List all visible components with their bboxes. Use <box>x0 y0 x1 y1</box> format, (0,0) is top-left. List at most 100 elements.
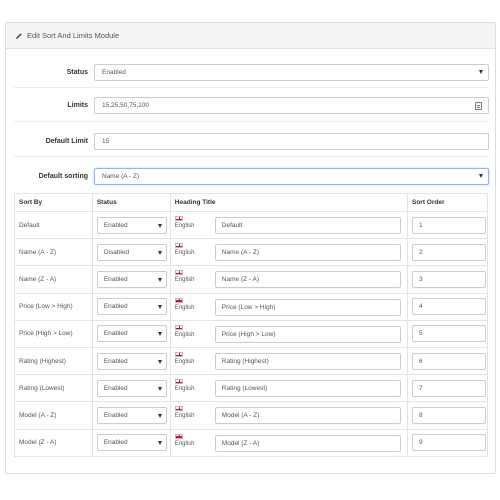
limits-input[interactable]: 15,25,50,75,100 <box>94 97 489 114</box>
sort-by-label: Rating (Highest) <box>19 357 66 365</box>
status-cell: Enabled <box>91 401 171 430</box>
status-cell: Enabled <box>91 428 171 457</box>
status-cell: Enabled <box>91 319 171 348</box>
limits-row: Limits 15,25,50,75,100 <box>6 97 495 114</box>
table-row: Model (Z - A) Enabled English Model (Z -… <box>14 428 489 457</box>
sort-by-label: Model (Z - A) <box>19 439 57 447</box>
row-status-select[interactable]: Enabled <box>96 270 167 288</box>
language-indicator: English <box>174 297 215 311</box>
row-status-select[interactable]: Enabled <box>96 325 167 343</box>
heading-title-cell: English Rating (Highest) <box>169 346 408 376</box>
table-row: Price (Low > High) Enabled English Price… <box>14 292 489 321</box>
row-status-select[interactable]: Disabled <box>96 243 167 261</box>
status-cell: Enabled <box>91 265 171 294</box>
status-cell: Enabled <box>91 292 171 321</box>
sort-by-label: Price (High > Low) <box>19 330 73 338</box>
heading-title-input[interactable]: Model (A - Z) <box>214 407 401 425</box>
caret-down-icon <box>157 359 162 364</box>
sort-order-input[interactable]: 4 <box>411 298 486 316</box>
sort-by-cell: Model (A - Z) <box>14 401 93 430</box>
language-label: English <box>174 413 195 420</box>
row-status-select[interactable]: Enabled <box>96 406 167 424</box>
heading-title-input[interactable]: Name (A - Z) <box>214 244 401 262</box>
row-status-select[interactable]: Enabled <box>96 434 167 452</box>
heading-title-cell: English Price (Low > High) <box>169 292 408 321</box>
caret-down-icon <box>157 223 162 228</box>
caret-down-icon <box>479 70 483 74</box>
uk-flag-icon <box>174 351 183 357</box>
sort-order-input[interactable]: 9 <box>411 434 486 452</box>
table-row: Rating (Lowest) Enabled English Rating (… <box>14 374 489 403</box>
uk-flag-icon <box>174 406 183 412</box>
heading-title-cell: English Default <box>169 210 408 240</box>
caret-down-icon <box>479 174 483 178</box>
language-indicator: English <box>174 433 215 447</box>
language-indicator: English <box>174 406 215 420</box>
heading-title-value: Price (Low > High) <box>221 303 276 311</box>
sort-order-value: 4 <box>418 303 423 311</box>
sort-order-cell: 3 <box>406 265 489 294</box>
sort-by-label: Rating (Lowest) <box>19 384 65 392</box>
default-sorting-select[interactable]: Name (A - Z) <box>94 168 489 185</box>
caret-down-icon <box>157 277 162 282</box>
status-cell: Enabled <box>91 346 171 376</box>
divider <box>14 121 488 122</box>
row-status-value: Disabled <box>103 248 130 256</box>
heading-title-cell: English Name (A - Z) <box>169 238 408 267</box>
heading-title-value: Rating (Lowest) <box>221 385 268 393</box>
table-row: Rating (Highest) Enabled English Rating … <box>14 346 489 376</box>
sort-order-cell: 5 <box>406 319 489 348</box>
row-status-value: Enabled <box>103 275 128 283</box>
table-row: Price (High > Low) Enabled English Price… <box>14 319 489 348</box>
row-status-value: Enabled <box>103 221 128 229</box>
language-label: English <box>174 331 195 338</box>
language-indicator: English <box>174 324 215 338</box>
heading-title-input[interactable]: Rating (Highest) <box>214 352 401 370</box>
sort-by-cell: Name (A - Z) <box>14 238 93 267</box>
row-status-select[interactable]: Enabled <box>96 298 167 316</box>
row-status-select[interactable]: Enabled <box>96 352 167 370</box>
sort-options-table: Sort By Status Heading Title Sort Order … <box>14 193 489 457</box>
heading-title-cell: English Rating (Lowest) <box>169 374 408 403</box>
sort-order-input[interactable]: 5 <box>411 325 486 343</box>
sort-order-input[interactable]: 2 <box>411 243 486 261</box>
row-status-value: Enabled <box>103 384 128 392</box>
table-row: Name (Z - A) Enabled English Name (Z - A… <box>14 265 489 294</box>
sort-order-input[interactable]: 3 <box>411 270 486 288</box>
sort-by-cell: Rating (Highest) <box>14 346 93 376</box>
status-select-value: Enabled <box>102 69 126 76</box>
language-indicator: English <box>174 351 215 365</box>
language-label: English <box>174 277 195 284</box>
sort-by-label: Name (Z - A) <box>19 275 57 283</box>
default-limit-input[interactable]: 15 <box>94 133 489 150</box>
sort-by-label: Price (Low > High) <box>19 303 73 311</box>
uk-flag-icon <box>174 270 183 276</box>
heading-title-input[interactable]: Name (Z - A) <box>214 271 401 289</box>
language-label: English <box>174 304 195 311</box>
sort-by-label: Name (A - Z) <box>19 248 57 256</box>
sort-order-value: 9 <box>418 439 423 447</box>
table-header-row: Sort By Status Heading Title Sort Order <box>14 193 489 212</box>
heading-title-input[interactable]: Default <box>214 217 401 234</box>
heading-title-input[interactable]: Price (High > Low) <box>214 325 401 343</box>
caret-down-icon <box>157 250 162 255</box>
heading-title-input[interactable]: Price (Low > High) <box>214 298 401 316</box>
row-status-select[interactable]: Enabled <box>96 379 167 397</box>
row-status-value: Enabled <box>103 303 128 311</box>
uk-flag-icon <box>174 297 183 303</box>
row-status-select[interactable]: Enabled <box>96 216 167 234</box>
heading-title-value: Rating (Highest) <box>221 357 269 365</box>
sort-by-cell: Default <box>14 210 93 240</box>
sort-order-input[interactable]: 1 <box>411 216 486 234</box>
status-select[interactable]: Enabled <box>94 64 489 81</box>
sort-by-label: Model (A - Z) <box>19 411 57 419</box>
sort-order-input[interactable]: 7 <box>411 379 486 397</box>
header-sort-order: Sort Order <box>406 193 489 212</box>
heading-title-value: Default <box>221 222 243 229</box>
sort-order-input[interactable]: 6 <box>411 352 486 370</box>
sort-order-input[interactable]: 8 <box>411 406 486 424</box>
caret-down-icon <box>157 332 162 337</box>
heading-title-input[interactable]: Rating (Lowest) <box>214 380 401 398</box>
heading-title-input[interactable]: Model (Z - A) <box>214 434 401 452</box>
sort-order-value: 5 <box>418 330 423 338</box>
